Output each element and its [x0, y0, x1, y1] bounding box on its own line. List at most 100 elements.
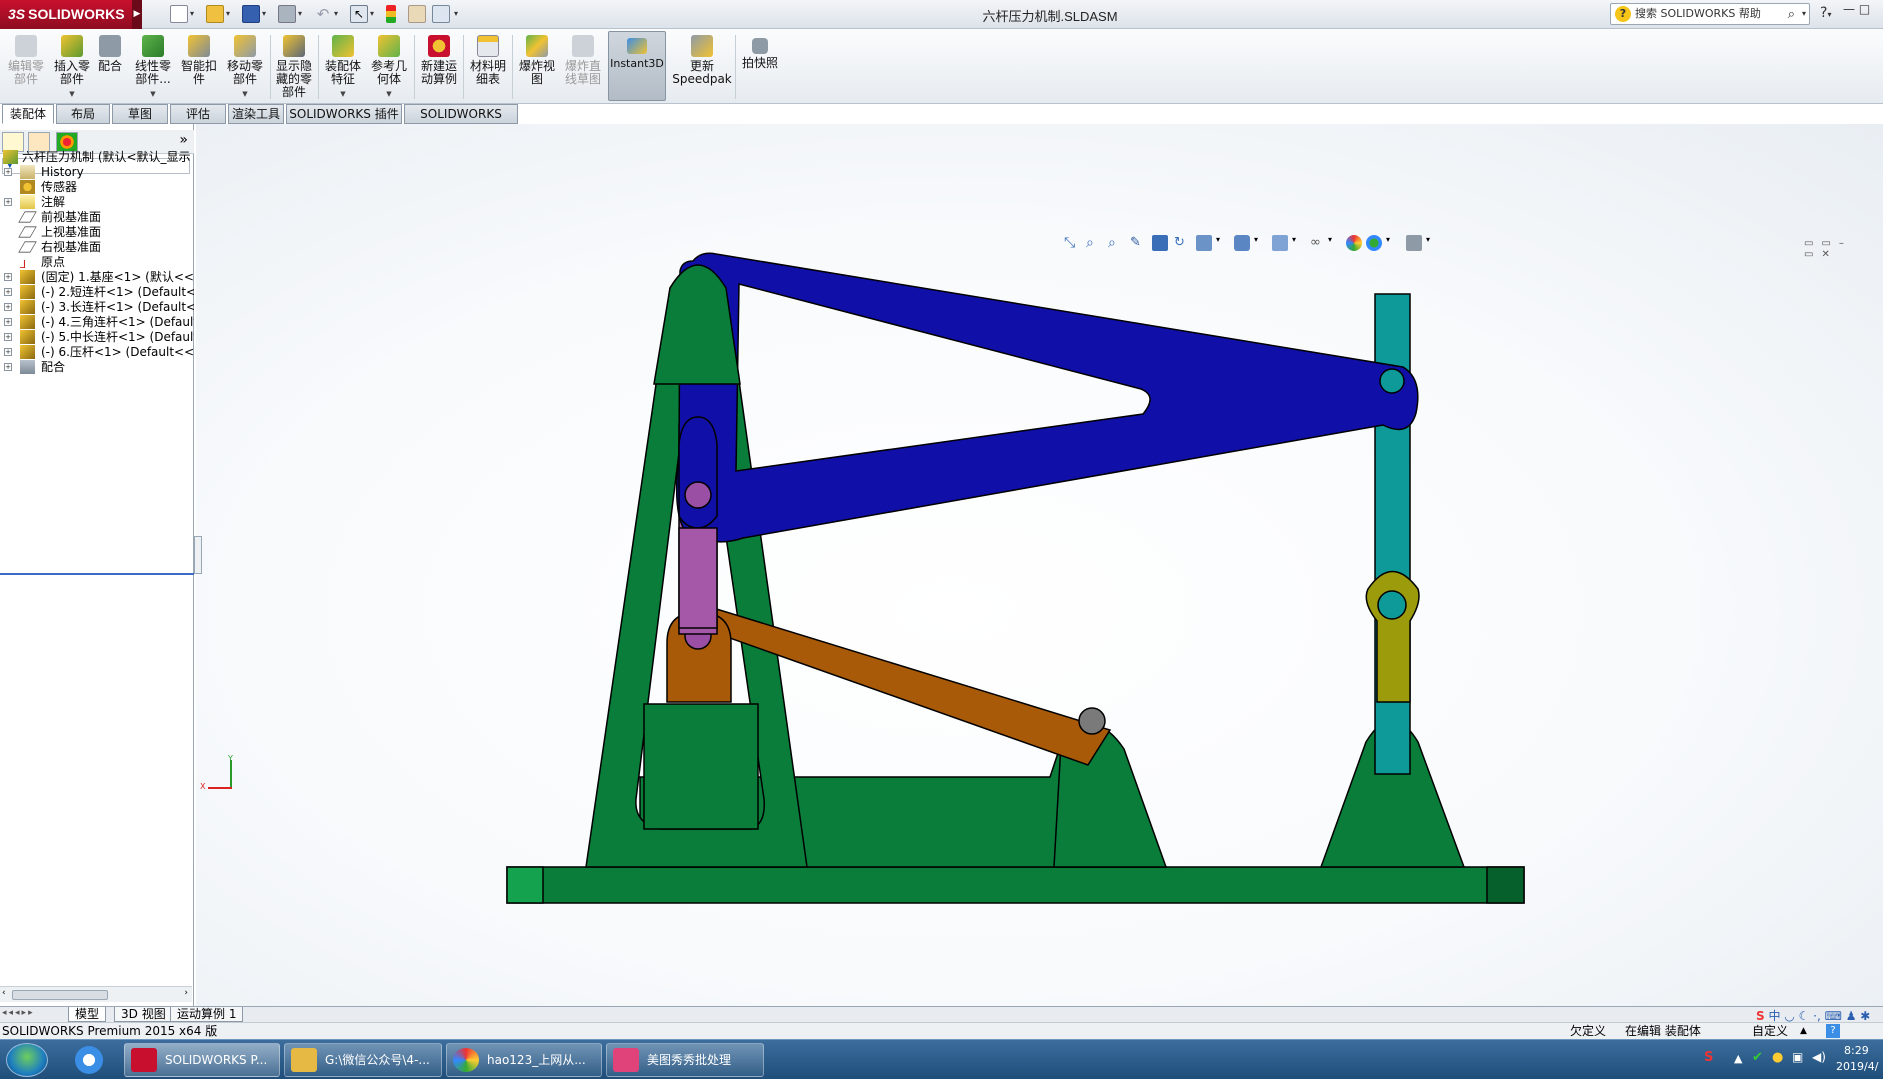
instant3d-button[interactable]: Instant3D	[608, 31, 666, 101]
network-icon[interactable]: ▣	[1792, 1050, 1803, 1064]
chevron-down-icon[interactable]: ▾	[1426, 235, 1442, 251]
expand-icon[interactable]: +	[4, 198, 12, 206]
update-speedpak-button[interactable]: 更新 Speedpak	[672, 33, 732, 101]
help-icon[interactable]: ?▾	[1820, 5, 1831, 21]
chevron-down-icon[interactable]: ▾	[1328, 235, 1344, 251]
tree-item[interactable]: + 配合	[0, 358, 194, 376]
glasses-icon[interactable]: ∞	[1310, 235, 1326, 251]
chevron-down-icon[interactable]: ▼	[320, 88, 366, 101]
help-search-input[interactable]: ? 搜索 SOLIDWORKS 帮助 ⌕ ▾	[1610, 3, 1810, 25]
file-properties-icon[interactable]	[408, 5, 426, 23]
chevron-down-icon[interactable]: ▾	[226, 9, 230, 18]
rebuild-icon[interactable]	[386, 5, 396, 23]
chevron-down-icon[interactable]: ▾	[190, 9, 194, 18]
chevron-down-icon[interactable]: ▼	[49, 88, 95, 101]
horizontal-scrollbar[interactable]: ‹ ›	[0, 986, 192, 1002]
save-icon[interactable]	[242, 5, 260, 23]
pin-blue-teal[interactable]	[1379, 368, 1405, 394]
help-icon[interactable]: ?	[1826, 1024, 1840, 1038]
base-plate[interactable]	[506, 866, 1525, 904]
explode-line-button[interactable]: 爆炸直 线草图	[560, 33, 606, 101]
taskbar-item-solidworks[interactable]: SOLIDWORKS P...	[124, 1043, 280, 1077]
undo-icon[interactable]: ↶	[314, 5, 332, 23]
rotate-icon[interactable]: ↻	[1174, 235, 1190, 251]
expand-icon[interactable]: +	[4, 273, 12, 281]
tab-3d-views[interactable]: 3D 视图	[114, 1007, 173, 1022]
assembly-features-button[interactable]: 装配体 特征 ▼	[320, 33, 366, 101]
options-icon[interactable]	[432, 5, 450, 23]
zoom-area-icon[interactable]: ⌕	[1086, 235, 1102, 251]
security-icon[interactable]: ✔	[1752, 1050, 1763, 1065]
print-icon[interactable]	[278, 5, 296, 23]
chevron-down-icon[interactable]: ▼	[366, 88, 412, 101]
chevron-down-icon[interactable]: ▾	[334, 9, 338, 18]
tab-assembly[interactable]: 装配体	[2, 104, 54, 124]
sogou-icon[interactable]: S	[1704, 1050, 1713, 1065]
chevron-up-icon[interactable]: ▲	[1800, 1023, 1807, 1039]
tab-motion-study[interactable]: 运动算例 1	[170, 1007, 244, 1022]
display-style-icon[interactable]	[1234, 235, 1250, 251]
clock-date[interactable]: 2019/4/	[1836, 1060, 1878, 1073]
tab-solidworks-mbd[interactable]: SOLIDWORKS MBD	[404, 104, 518, 139]
previous-view-icon[interactable]: ⌕	[1108, 235, 1124, 251]
taskbar-item-meitu[interactable]: 美图秀秀批处理	[606, 1043, 764, 1077]
tray-expand-icon[interactable]: ▲	[1734, 1052, 1742, 1065]
chevron-down-icon[interactable]: ▼	[222, 88, 268, 101]
section-view-icon[interactable]: ✎	[1130, 235, 1146, 251]
new-motion-study-button[interactable]: 新建运 动算例	[416, 33, 462, 101]
expand-icon[interactable]: +	[4, 303, 12, 311]
scene-icon[interactable]	[1366, 235, 1382, 251]
chevron-down-icon[interactable]: ▼	[130, 88, 176, 101]
mechanism-model[interactable]	[196, 124, 1883, 1008]
start-button-icon[interactable]	[6, 1043, 48, 1077]
taskbar-item-explorer[interactable]: G:\微信公众号\4-...	[284, 1043, 442, 1077]
smart-fasteners-button[interactable]: 智能扣 件	[176, 33, 222, 101]
move-component-button[interactable]: 移动零 部件 ▼	[222, 33, 268, 101]
chevron-down-icon[interactable]: ▾	[1386, 235, 1402, 251]
graphics-area[interactable]: ⤡ ⌕ ⌕ ✎ ↻ ▾ ▾ ▾ ∞ ▾ ▾ ▾ ▭▭–▭✕ Y X	[196, 124, 1883, 1008]
dynamic-annotation-icon[interactable]	[1152, 235, 1168, 251]
expand-icon[interactable]: +	[4, 333, 12, 341]
tree-rollback-bar[interactable]	[0, 573, 194, 575]
reference-geometry-button[interactable]: 参考几 何体 ▼	[366, 33, 412, 101]
chevron-down-icon[interactable]: ▾	[1216, 235, 1232, 251]
tab-sketch[interactable]: 草图	[112, 104, 168, 124]
select-arrow-icon[interactable]: ↖	[350, 5, 368, 23]
pin-teal-olive[interactable]	[1377, 590, 1407, 620]
snapshot-button[interactable]: 拍快照	[737, 33, 783, 101]
expand-icon[interactable]: +	[4, 363, 12, 371]
link-blue-triangle[interactable]	[675, 252, 1419, 543]
viewport-controls[interactable]: ▭▭–▭✕	[1804, 238, 1883, 260]
clock-time[interactable]: 8:29	[1844, 1044, 1869, 1057]
pin-middle[interactable]	[1078, 707, 1106, 735]
chevron-down-icon[interactable]: ▾	[298, 9, 302, 18]
scroll-right-icon[interactable]: ›	[184, 988, 188, 998]
new-document-icon[interactable]	[170, 5, 188, 23]
mate-button[interactable]: 配合	[90, 33, 130, 101]
expand-icon[interactable]: +	[4, 318, 12, 326]
view-settings-icon[interactable]	[1406, 235, 1422, 251]
chevron-down-icon[interactable]: ▾	[1254, 235, 1270, 251]
bom-button[interactable]: 材料明 细表	[465, 33, 511, 101]
view-orientation-icon[interactable]	[1196, 235, 1212, 251]
tab-layout[interactable]: 布局	[56, 104, 110, 124]
chevron-down-icon[interactable]: ▾	[1802, 4, 1806, 24]
chevron-down-icon[interactable]: ▾	[454, 9, 458, 18]
window-controls[interactable]: — □	[1843, 2, 1883, 22]
chevron-down-icon[interactable]: ▾	[370, 9, 374, 18]
custom-units[interactable]: 自定义	[1752, 1023, 1788, 1039]
menu-arrow-icon[interactable]: ▶	[132, 0, 142, 29]
chevron-down-icon[interactable]: ▾	[1292, 235, 1308, 251]
baidu-cloud-icon[interactable]	[66, 1043, 112, 1077]
tab-nav-arrows[interactable]: ◂◂◂▸▸	[2, 1008, 35, 1018]
edit-component-button[interactable]: 编辑零 部件	[3, 33, 49, 101]
update-icon[interactable]: ●	[1772, 1050, 1783, 1065]
solidworks-logo[interactable]: 3S SOLIDWORKS	[0, 0, 140, 29]
show-hidden-button[interactable]: 显示隐 藏的零 部件	[273, 33, 315, 101]
tab-render-tools[interactable]: 渲染工具	[228, 104, 284, 124]
scroll-thumb[interactable]	[12, 990, 108, 1000]
expand-panel-icon[interactable]: »	[179, 132, 188, 148]
pin-blue-purple[interactable]	[684, 481, 712, 509]
volume-icon[interactable]: ◀)	[1812, 1050, 1826, 1064]
expand-icon[interactable]: +	[4, 168, 12, 176]
